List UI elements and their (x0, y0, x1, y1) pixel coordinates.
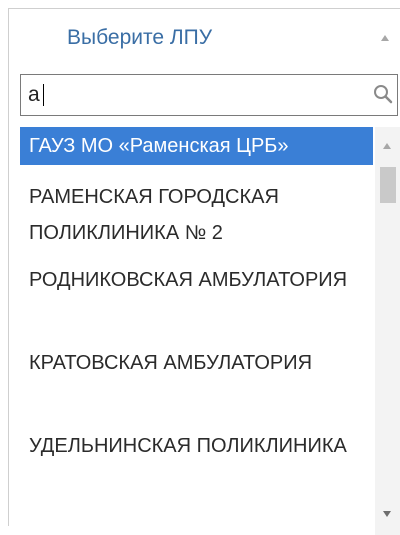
search-icon[interactable] (372, 83, 394, 105)
scrollbar-thumb[interactable] (380, 167, 396, 203)
scroll-up-icon[interactable] (383, 143, 391, 149)
search-input[interactable] (21, 75, 361, 115)
list-item[interactable]: КРАТОВСКАЯ АМБУЛАТОРИЯ (20, 345, 373, 381)
scroll-down-icon[interactable] (383, 511, 391, 517)
search-box[interactable] (20, 74, 398, 116)
chevron-up-icon[interactable] (381, 35, 389, 41)
list-item[interactable]: РОДНИКОВСКАЯ АМБУЛАТОРИЯ (20, 262, 373, 298)
dropdown-title: Выберите ЛПУ (67, 26, 213, 49)
lpu-dropdown[interactable]: Выберите ЛПУ ГАУЗ МО «Раменская ЦРБ» РАМ… (8, 8, 400, 535)
options-list[interactable]: ГАУЗ МО «Раменская ЦРБ» РАМЕНСКАЯ ГОРОДС… (20, 127, 373, 527)
text-caret (43, 84, 44, 106)
list-item[interactable]: ГАУЗ МО «Раменская ЦРБ» (20, 127, 373, 165)
list-item[interactable]: УДЕЛЬНИНСКАЯ ПОЛИКЛИНИКА (20, 428, 373, 464)
dropdown-header[interactable]: Выберите ЛПУ (9, 9, 400, 69)
list-scrollbar[interactable] (375, 127, 400, 535)
list-item[interactable]: РАМЕНСКАЯ ГОРОДСКАЯ ПОЛИКЛИНИКА № 2 (20, 179, 373, 251)
